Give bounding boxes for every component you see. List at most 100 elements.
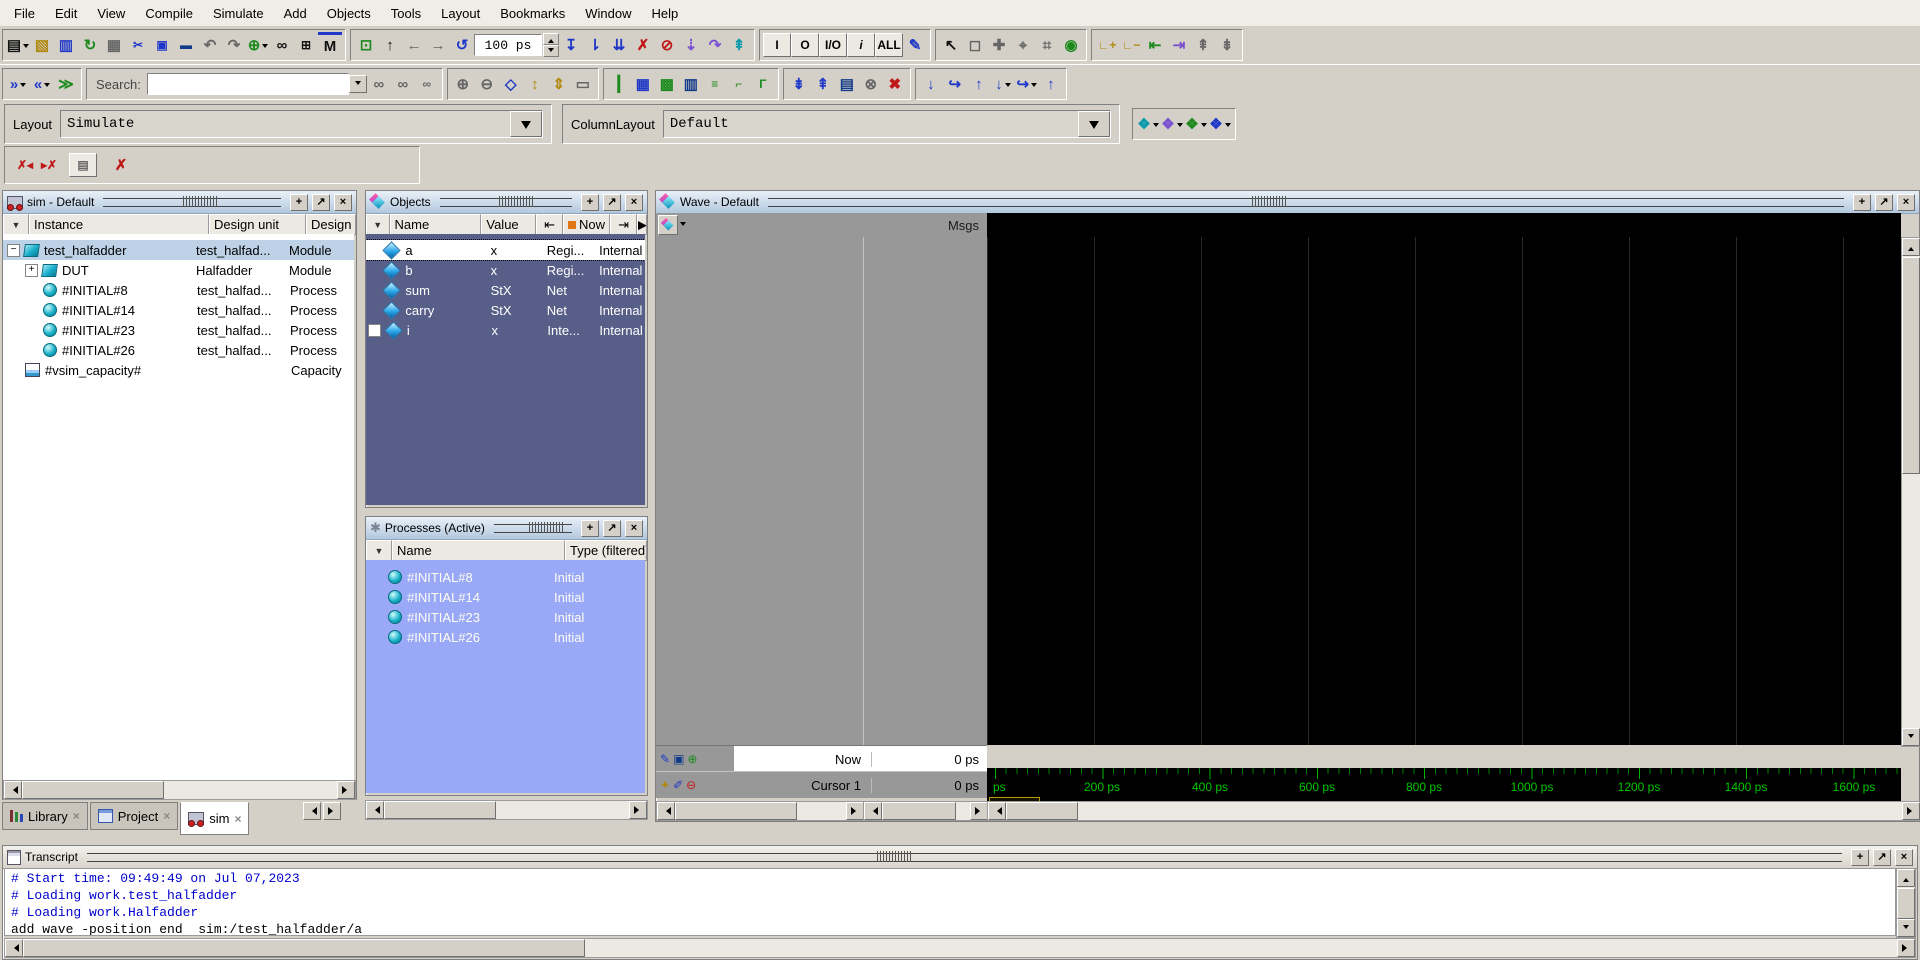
sim-filter-icon[interactable]: ▼: [3, 214, 29, 235]
transcript-log[interactable]: # Start time: 09:49:49 on Jul 07,2023 # …: [4, 868, 1896, 936]
column-layout-select-dropdown-icon[interactable]: [1078, 111, 1110, 137]
menu-layout[interactable]: Layout: [431, 2, 490, 25]
middle-horizontal-scrollbar[interactable]: [365, 800, 648, 820]
find-previous-button[interactable]: ∞: [391, 72, 415, 96]
zoom-between-cursors-button[interactable]: ⇕: [547, 72, 571, 96]
scroll-left-icon[interactable]: [657, 802, 675, 820]
expand-rows-button[interactable]: ≡: [703, 72, 727, 96]
search-dropdown-button[interactable]: [349, 75, 367, 93]
now-button[interactable]: Now: [563, 214, 610, 235]
objects-panel-close-button[interactable]: ×: [625, 194, 643, 211]
print-button[interactable]: ▦: [102, 33, 126, 57]
process-row-initial-8[interactable]: #INITIAL#8 Initial: [366, 567, 645, 587]
wave-panel-undock-button[interactable]: ↗: [1875, 194, 1893, 211]
edit-mode-alt-button[interactable]: ⌗: [1035, 33, 1059, 57]
run-length-up-icon[interactable]: [543, 33, 559, 45]
wave-signal-menu-button[interactable]: [658, 215, 678, 235]
transcript-panel-header[interactable]: Transcript + ↗ ×: [3, 846, 1917, 869]
processes-panel-close-button[interactable]: ×: [625, 520, 643, 537]
objects-panel-expand-button[interactable]: +: [581, 194, 599, 211]
scroll-left-icon[interactable]: [988, 802, 1006, 820]
scroll-right-icon[interactable]: [629, 801, 647, 819]
collapse-icon[interactable]: −: [7, 244, 20, 257]
trace-input-net-button[interactable]: ↓: [919, 72, 943, 96]
combine-signals-button[interactable]: ▥: [679, 72, 703, 96]
scroll-up-icon[interactable]: [1902, 238, 1920, 256]
tree-row-test-halfadder[interactable]: − test_halfadder test_halfad... Module: [3, 240, 354, 260]
align-rows-button[interactable]: Γ: [751, 72, 775, 96]
trace-output-net-button[interactable]: ↑: [967, 72, 991, 96]
transcript-panel-drag-handle[interactable]: [87, 853, 1842, 862]
wave-canvas[interactable]: [987, 237, 1901, 745]
ungroup-signals-button[interactable]: ▩: [655, 72, 679, 96]
wave-cursor-row[interactable]: ✦ ✐ ⊖ Cursor 1 0 ps: [656, 771, 987, 798]
trace-source-button[interactable]: ↑: [1039, 72, 1063, 96]
run-length-down-icon[interactable]: [543, 45, 559, 57]
tree-row-initial-14[interactable]: #INITIAL#14 test_halfad... Process: [3, 300, 354, 320]
edit-mode-button[interactable]: ⌖: [1011, 33, 1035, 57]
trace-follow-dropdown-icon[interactable]: [1031, 83, 1037, 90]
next-difference-button[interactable]: ▸✗: [37, 153, 61, 177]
column-layout-select[interactable]: Default: [663, 110, 1111, 138]
expand-icon[interactable]: +: [25, 264, 38, 277]
scroll-thumb[interactable]: [1902, 257, 1920, 474]
scroll-down-icon[interactable]: [1902, 728, 1920, 746]
scroll-up-icon[interactable]: [1897, 869, 1915, 887]
find-next-button[interactable]: ∞: [367, 72, 391, 96]
cursor-lock-icon[interactable]: ✦: [660, 778, 670, 792]
tree-row-dut[interactable]: + DUT Halfadder Module: [3, 260, 354, 280]
objects-filter-icon[interactable]: ▼: [366, 214, 390, 235]
scroll-left-icon[interactable]: [366, 801, 384, 819]
processes-column-name[interactable]: Name: [392, 540, 565, 561]
tree-row-vsim-capacity[interactable]: #vsim_capacity# Capacity: [3, 360, 354, 380]
delete-layout-button[interactable]: ❖: [1160, 112, 1184, 136]
next-edge-button[interactable]: ⇟: [1215, 33, 1239, 57]
redo-button[interactable]: ↷: [222, 33, 246, 57]
collapse-all-time-button[interactable]: ⊗: [859, 72, 883, 96]
environment-up-button[interactable]: ↑: [378, 33, 402, 57]
zoom-in-button[interactable]: ⊕: [451, 72, 475, 96]
object-row-i[interactable]: + i x Inte... Internal: [366, 320, 645, 340]
expand-all-time-button[interactable]: ▤: [835, 72, 859, 96]
previous-difference-button[interactable]: ✗◂: [13, 153, 37, 177]
trace-event-button[interactable]: ↪: [943, 72, 967, 96]
objects-column-value[interactable]: Value: [481, 214, 536, 235]
wave-names-scrollbar[interactable]: [656, 801, 865, 821]
delete-cursor-button[interactable]: ∟−: [1119, 33, 1143, 57]
tab-library[interactable]: Library ×: [2, 802, 88, 830]
scroll-thumb[interactable]: [384, 801, 496, 819]
add-selected-dropdown-icon[interactable]: [262, 44, 268, 51]
group-signals-button[interactable]: ▦: [631, 72, 655, 96]
goto-marker-button[interactable]: ≫: [54, 72, 78, 96]
search-input[interactable]: [147, 73, 349, 95]
menu-objects[interactable]: Objects: [317, 2, 381, 25]
process-row-initial-26[interactable]: #INITIAL#26 Initial: [366, 627, 645, 647]
object-row-carry[interactable]: carry StX Net Internal: [366, 300, 645, 320]
insert-marker-dropdown-icon[interactable]: [20, 83, 26, 90]
scroll-right-icon[interactable]: [1897, 939, 1915, 957]
sim-panel-undock-button[interactable]: ↗: [312, 194, 330, 211]
previous-transition-button[interactable]: ⇤: [1143, 33, 1167, 57]
run-length-field[interactable]: 100 ps: [474, 34, 542, 56]
configure-layout-button[interactable]: ❖: [1184, 112, 1208, 136]
wave-panel-expand-button[interactable]: +: [1853, 194, 1871, 211]
environment-forward-button[interactable]: →: [426, 33, 450, 57]
objects-overflow-button[interactable]: ▶: [637, 214, 647, 235]
run-length-stepper[interactable]: [543, 33, 559, 57]
undo-button[interactable]: ↶: [198, 33, 222, 57]
wave-time-scrollbar[interactable]: [987, 801, 1920, 821]
select-mode-button[interactable]: ↖: [939, 33, 963, 57]
filter-inout-button[interactable]: I/O: [819, 33, 847, 57]
menu-add[interactable]: Add: [274, 2, 317, 25]
tab-scroll-left-icon[interactable]: [303, 802, 321, 820]
scroll-right-icon[interactable]: [846, 802, 864, 820]
run-all-button[interactable]: ⇊: [607, 33, 631, 57]
menu-tools[interactable]: Tools: [381, 2, 431, 25]
previous-edge-button[interactable]: ⇞: [1191, 33, 1215, 57]
tree-row-initial-23[interactable]: #INITIAL#23 test_halfad... Process: [3, 320, 354, 340]
sim-column-design-unit-type[interactable]: Design unit t: [306, 214, 356, 235]
expand-hierarchy-button[interactable]: ⊞: [294, 33, 318, 57]
new-file-button[interactable]: ▤: [6, 33, 30, 57]
tab-scroll-right-icon[interactable]: [323, 802, 341, 820]
transcript-panel-undock-button[interactable]: ↗: [1873, 849, 1891, 866]
